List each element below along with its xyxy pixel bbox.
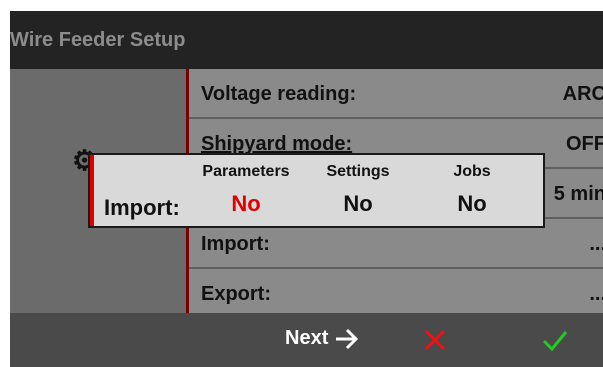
menu-row-value: ... xyxy=(589,233,603,255)
option-jobs: Jobs No xyxy=(440,163,504,217)
menu-row-voltage-reading[interactable]: Voltage reading: ARC xyxy=(189,69,603,119)
option-value-settings[interactable]: No xyxy=(316,191,400,217)
option-header: Settings xyxy=(326,163,390,180)
menu-row-import[interactable]: Import: ... xyxy=(189,219,603,269)
import-label: Import: xyxy=(104,195,180,220)
menu-row-value: 5 min xyxy=(553,183,603,205)
next-button-label: Next xyxy=(285,327,329,349)
bottom-bar: Next xyxy=(10,313,603,367)
close-icon[interactable] xyxy=(423,328,447,352)
window-title: Wire Feeder Setup xyxy=(10,29,186,51)
check-icon[interactable] xyxy=(541,327,569,353)
menu-row-label: Voltage reading: xyxy=(201,83,357,105)
menu-row-export[interactable]: Export: ... xyxy=(189,269,603,317)
import-dialog: Import: Parameters No Settings No Jobs N… xyxy=(90,155,543,226)
option-header: Parameters xyxy=(202,163,290,180)
title-bar: Wire Feeder Setup xyxy=(10,11,603,69)
menu-row-label: Import: xyxy=(201,233,270,255)
option-value-jobs[interactable]: No xyxy=(440,191,504,217)
menu-row-value: OFF xyxy=(566,133,603,155)
device-screen: Wire Feeder Setup ⚙ Voltage reading: ARC… xyxy=(10,11,603,367)
next-button[interactable]: Next xyxy=(285,327,360,350)
menu-row-value: ARC xyxy=(562,83,603,105)
option-value-parameters[interactable]: No xyxy=(194,191,298,217)
arrow-right-icon xyxy=(336,328,359,349)
menu-row-label: Shipyard mode: xyxy=(201,133,353,155)
menu-row-value: ... xyxy=(589,283,603,305)
option-parameters: Parameters No xyxy=(194,163,298,217)
option-header: Jobs xyxy=(453,163,491,180)
option-settings: Settings No xyxy=(316,163,400,217)
menu-row-label: Export: xyxy=(201,283,271,305)
